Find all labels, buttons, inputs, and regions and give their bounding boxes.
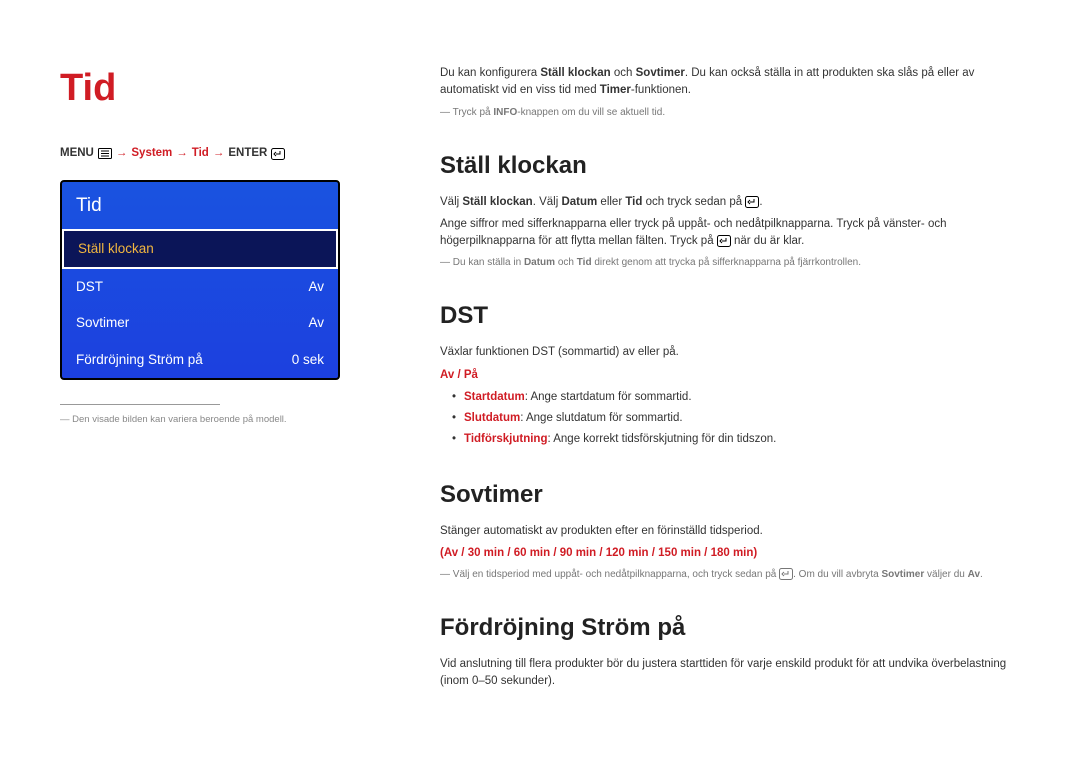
sec4-p1: Vid anslutning till flera produkter bör … <box>440 656 1020 691</box>
text: Välj <box>440 196 462 208</box>
intro-paragraph: Du kan konfigurera Ställ klockan och Sov… <box>440 65 1020 100</box>
sec1-p1: Välj Ställ klockan. Välj Datum eller Tid… <box>440 194 1020 211</box>
text: Datum <box>561 196 597 208</box>
text: Datum <box>524 257 555 268</box>
enter-icon <box>745 196 759 208</box>
text: Tid <box>577 257 592 268</box>
text: Tryck på <box>453 107 494 118</box>
osd-row-value: Av <box>308 313 324 333</box>
bullet-label: Slutdatum <box>464 412 520 424</box>
bullet-label: Startdatum <box>464 391 525 403</box>
intro-note: Tryck på INFO-knappen om du vill se aktu… <box>440 105 1020 120</box>
text: och <box>555 257 577 268</box>
sec1-p2: Ange siffror med sifferknapparna eller t… <box>440 216 1020 251</box>
section-heading-poweron-delay: Fördröjning Ström på <box>440 610 1020 646</box>
osd-panel-title: Tid <box>62 182 338 229</box>
bullet-text: : Ange startdatum för sommartid. <box>525 391 692 403</box>
breadcrumb-system: System <box>131 145 172 162</box>
section-heading-sleeptimer: Sovtimer <box>440 477 1020 513</box>
menu-icon <box>98 148 112 159</box>
dst-bullet-list: Startdatum: Ange startdatum för sommarti… <box>440 389 1020 449</box>
text: Ange siffror med sifferknapparna eller t… <box>440 218 947 247</box>
page-title: Tid <box>60 60 390 117</box>
text: . Välj <box>533 196 562 208</box>
text: eller <box>597 196 625 208</box>
text: Tid <box>625 196 642 208</box>
footnote-divider <box>60 404 220 405</box>
breadcrumb: MENU → System → Tid → ENTER <box>60 145 390 162</box>
text: väljer du <box>924 569 967 580</box>
sec1-note: Du kan ställa in Datum och Tid direkt ge… <box>440 255 1020 270</box>
text: Sovtimer <box>881 569 924 580</box>
bullet-label: Tidförskjutning <box>464 433 547 445</box>
sec2-options: Av / På <box>440 367 1020 384</box>
osd-row-value: Av <box>308 277 324 297</box>
bullet-text: : Ange korrekt tidsförskjutning för din … <box>547 433 776 445</box>
bullet-text: : Ange slutdatum för sommartid. <box>520 412 682 424</box>
breadcrumb-tid: Tid <box>192 145 209 162</box>
sec3-note: Välj en tidsperiod med uppåt- och nedåtp… <box>440 567 1020 582</box>
breadcrumb-enter: ENTER <box>228 145 267 162</box>
osd-panel: Tid Ställ klockan DST Av Sovtimer Av För… <box>60 180 340 380</box>
sec2-p1: Växlar funktionen DST (sommartid) av ell… <box>440 344 1020 361</box>
text: Sovtimer <box>636 67 685 79</box>
list-item: Slutdatum: Ange slutdatum för sommartid. <box>452 410 1020 427</box>
text: Du kan ställa in <box>453 257 524 268</box>
text: Av <box>968 569 980 580</box>
text: -knappen om du vill se aktuell tid. <box>517 107 665 118</box>
text: . <box>759 196 762 208</box>
text: Välj en tidsperiod med uppåt- och nedåtp… <box>453 569 779 580</box>
osd-row-clock[interactable]: Ställ klockan <box>62 229 338 269</box>
text: Timer <box>600 84 631 96</box>
enter-icon <box>271 148 285 160</box>
text: när du är klar. <box>731 235 805 247</box>
osd-row-poweron-delay[interactable]: Fördröjning Ström på 0 sek <box>62 342 338 378</box>
osd-row-label: Fördröjning Ström på <box>76 350 203 370</box>
section-heading-clock: Ställ klockan <box>440 148 1020 184</box>
text: direkt genom att trycka på sifferknappar… <box>592 257 861 268</box>
sec3-options: (Av / 30 min / 60 min / 90 min / 120 min… <box>440 545 1020 562</box>
sec3-p1: Stänger automatiskt av produkten efter e… <box>440 523 1020 540</box>
osd-row-label: Ställ klockan <box>78 239 154 259</box>
text: INFO <box>493 107 517 118</box>
text: Ställ klockan <box>462 196 532 208</box>
osd-row-label: DST <box>76 277 103 297</box>
enter-icon <box>717 235 731 247</box>
section-heading-dst: DST <box>440 298 1020 334</box>
breadcrumb-arrow-1: → <box>116 145 128 162</box>
osd-row-label: Sovtimer <box>76 313 129 333</box>
text: (Av / 30 min / 60 min / 90 min / 120 min… <box>440 547 757 559</box>
text: . Om du vill avbryta <box>793 569 881 580</box>
osd-row-dst[interactable]: DST Av <box>62 269 338 305</box>
text: Du kan konfigurera <box>440 67 540 79</box>
breadcrumb-arrow-3: → <box>213 145 225 162</box>
enter-icon <box>779 568 793 580</box>
text: och tryck sedan på <box>642 196 745 208</box>
text: -funktionen. <box>631 84 691 96</box>
text: Ställ klockan <box>540 67 610 79</box>
list-item: Tidförskjutning: Ange korrekt tidsförskj… <box>452 431 1020 448</box>
breadcrumb-menu: MENU <box>60 145 94 162</box>
osd-row-sleeptimer[interactable]: Sovtimer Av <box>62 305 338 341</box>
osd-row-value: 0 sek <box>292 350 324 370</box>
list-item: Startdatum: Ange startdatum för sommarti… <box>452 389 1020 406</box>
text: . <box>980 569 983 580</box>
text: och <box>611 67 636 79</box>
panel-footnote: Den visade bilden kan variera beroende p… <box>60 413 390 427</box>
breadcrumb-arrow-2: → <box>176 145 188 162</box>
